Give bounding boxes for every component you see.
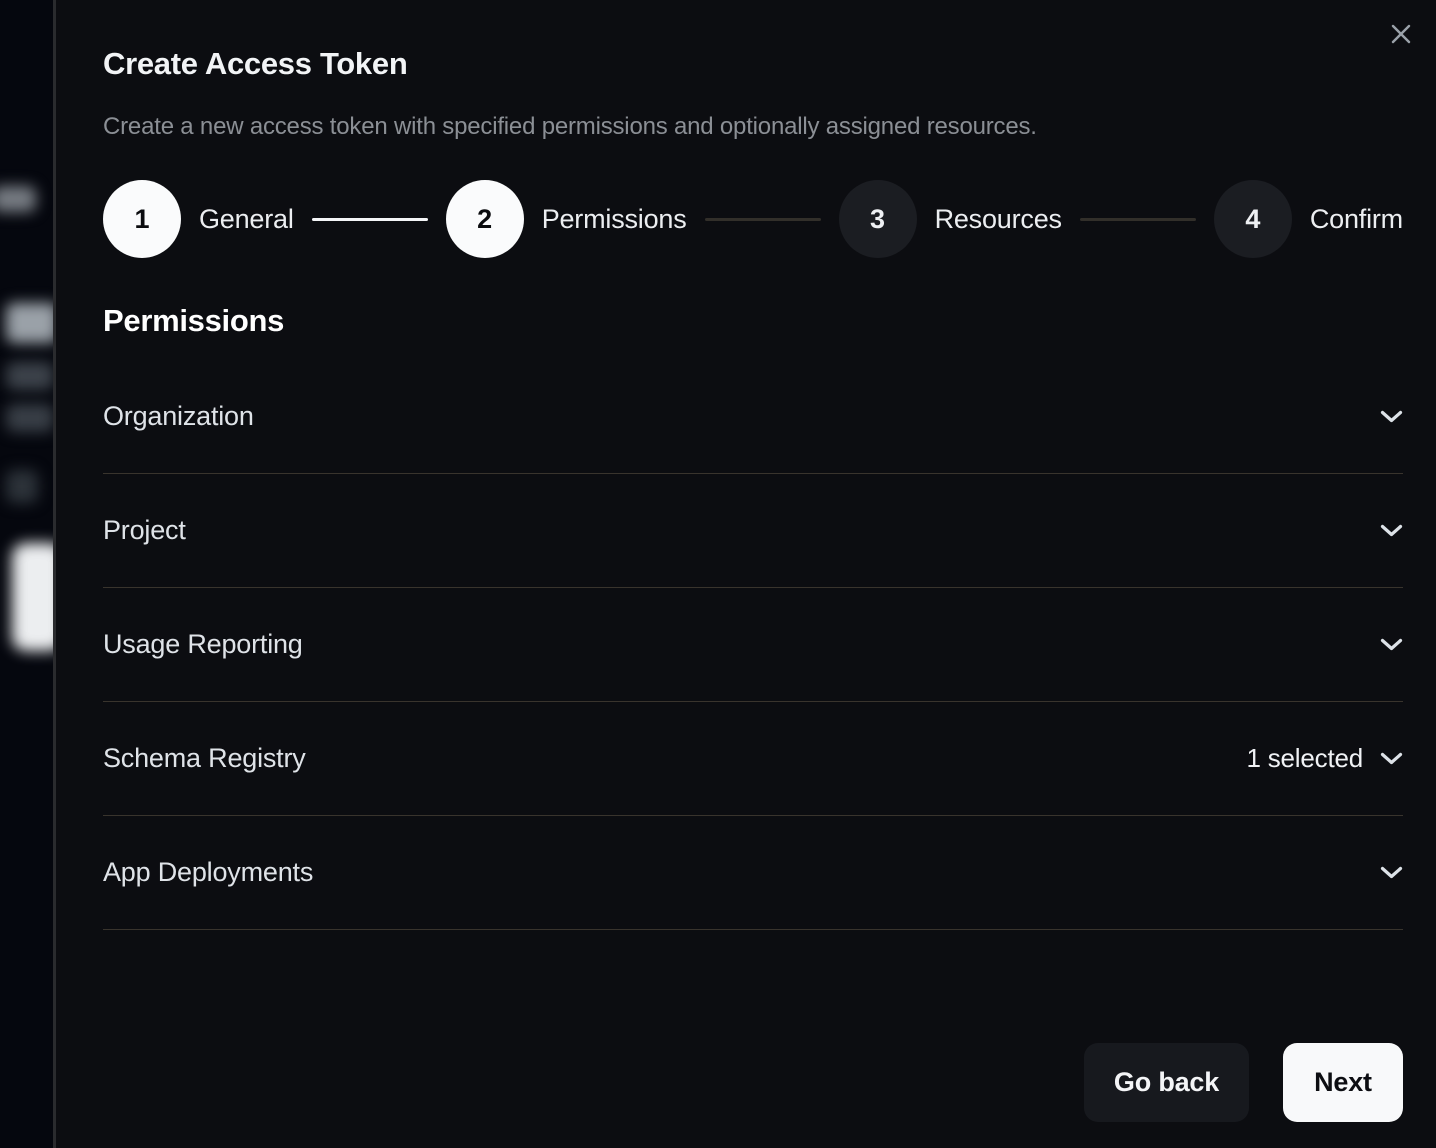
close-icon	[1389, 22, 1413, 49]
blurred-background-icon	[6, 470, 38, 503]
step-permissions[interactable]: 2 Permissions	[446, 180, 687, 258]
blurred-background-card	[12, 543, 53, 651]
go-back-button[interactable]: Go back	[1084, 1043, 1249, 1122]
blurred-background-text	[6, 404, 53, 432]
accordion-row-schema-registry[interactable]: Schema Registry 1 selected	[103, 702, 1403, 816]
chevron-down-icon	[1380, 638, 1403, 651]
step-resources[interactable]: 3 Resources	[839, 180, 1062, 258]
step-label: Confirm	[1310, 204, 1403, 235]
accordion-label: Organization	[103, 401, 254, 432]
create-access-token-modal: Create Access Token Create a new access …	[56, 0, 1436, 1148]
close-button[interactable]	[1387, 21, 1415, 49]
accordion-row-usage-reporting[interactable]: Usage Reporting	[103, 588, 1403, 702]
step-label: Resources	[935, 204, 1062, 235]
step-label: General	[199, 204, 294, 235]
stepper: 1 General 2 Permissions 3 Resources 4 Co…	[103, 180, 1403, 258]
step-general[interactable]: 1 General	[103, 180, 294, 258]
blurred-background-text	[0, 186, 36, 212]
step-number: 1	[103, 180, 181, 258]
next-button[interactable]: Next	[1283, 1043, 1403, 1122]
accordion-label: Usage Reporting	[103, 629, 303, 660]
accordion-label: Project	[103, 515, 186, 546]
step-connector	[1080, 218, 1196, 221]
chevron-down-icon	[1380, 866, 1403, 879]
accordion-label: Schema Registry	[103, 743, 306, 774]
background-page-sliver	[0, 0, 53, 1148]
accordion-row-app-deployments[interactable]: App Deployments	[103, 816, 1403, 930]
blurred-background-text	[6, 362, 53, 390]
permission-groups-list: Organization Project Usage Reporting	[103, 360, 1403, 930]
step-number: 4	[1214, 180, 1292, 258]
permissions-section-heading: Permissions	[103, 303, 1403, 339]
step-number: 2	[446, 180, 524, 258]
modal-title: Create Access Token	[103, 46, 1403, 82]
accordion-label: App Deployments	[103, 857, 313, 888]
chevron-down-icon	[1380, 752, 1403, 765]
chevron-down-icon	[1380, 524, 1403, 537]
step-number: 3	[839, 180, 917, 258]
step-connector	[705, 218, 821, 221]
chevron-down-icon	[1380, 410, 1403, 423]
blurred-background-text	[6, 303, 53, 343]
modal-subtitle: Create a new access token with specified…	[103, 113, 1403, 141]
step-confirm[interactable]: 4 Confirm	[1214, 180, 1403, 258]
step-label: Permissions	[542, 204, 687, 235]
modal-footer: Go back Next	[103, 1043, 1403, 1122]
step-connector	[312, 218, 428, 221]
accordion-row-organization[interactable]: Organization	[103, 360, 1403, 474]
accordion-row-project[interactable]: Project	[103, 474, 1403, 588]
selected-count: 1 selected	[1246, 743, 1363, 774]
